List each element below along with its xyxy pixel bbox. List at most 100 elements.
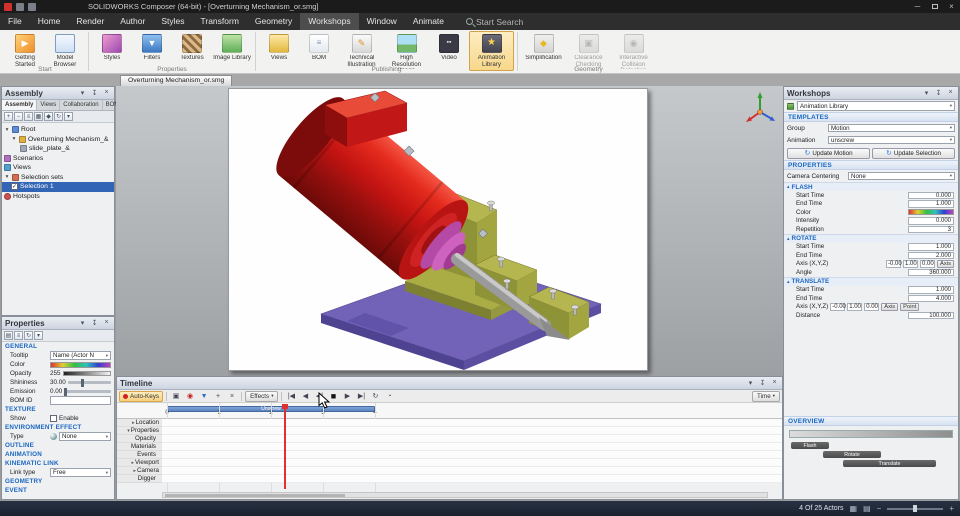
step-back-button[interactable]: ◀: [299, 391, 311, 402]
playhead[interactable]: [284, 404, 286, 489]
filters-button[interactable]: ▼ Filters: [132, 31, 172, 71]
track-properties[interactable]: ▾ Properties: [117, 427, 782, 435]
animation-library-button[interactable]: ★ Animation Library: [469, 31, 514, 71]
close-panel-icon[interactable]: ×: [102, 319, 111, 327]
quick-undo-icon[interactable]: [28, 2, 36, 11]
track-lane[interactable]: [162, 467, 782, 475]
views-button[interactable]: Views: [259, 31, 299, 71]
track-digger[interactable]: Digger: [117, 475, 782, 483]
scrollbar-thumb[interactable]: [165, 494, 345, 497]
translate-distance-input[interactable]: 100.000: [908, 311, 954, 319]
opacity-slider[interactable]: [62, 371, 111, 376]
menu-home[interactable]: Home: [30, 13, 69, 30]
tree-item-scenarios[interactable]: Scenarios: [2, 154, 114, 164]
rotate-end-input[interactable]: 2.000: [908, 251, 954, 259]
properties-options-icon[interactable]: ▾: [34, 331, 43, 340]
zoom-slider[interactable]: [887, 505, 944, 512]
track-materials[interactable]: Materials: [117, 443, 782, 451]
menu-window[interactable]: Window: [359, 13, 405, 30]
track-opacity[interactable]: Opacity: [117, 435, 782, 443]
bom-id-field[interactable]: [50, 396, 111, 405]
section-texture[interactable]: TEXTURE: [2, 405, 114, 414]
bom-button[interactable]: ≡ BOM: [299, 31, 339, 71]
rotate-axis-button[interactable]: Axis: [937, 259, 954, 268]
track-lane[interactable]: [162, 451, 782, 459]
expander-icon[interactable]: ▾: [4, 127, 10, 133]
maximize-button[interactable]: [926, 0, 943, 13]
styles-button[interactable]: Styles: [92, 31, 132, 71]
flash-end-input[interactable]: 1.000: [908, 200, 954, 208]
close-panel-icon[interactable]: ×: [946, 89, 955, 97]
translate-axis-z-input[interactable]: 0.00: [864, 303, 880, 311]
timeline-h-scrollbar[interactable]: [162, 492, 768, 498]
emission-slider[interactable]: [64, 387, 111, 396]
flash-start-input[interactable]: 0.000: [908, 191, 954, 199]
environment-type-dropdown[interactable]: None ▾: [59, 432, 111, 441]
paste-properties-icon[interactable]: ≡: [14, 331, 23, 340]
tree-options-icon[interactable]: ▾: [64, 112, 73, 121]
tree-refresh-icon[interactable]: ↻: [54, 112, 63, 121]
record-key-icon[interactable]: ◉: [184, 391, 196, 402]
delete-key-icon[interactable]: ×: [226, 391, 238, 402]
track-viewport[interactable]: ▸ Viewport: [117, 459, 782, 467]
track-events[interactable]: Events: [117, 451, 782, 459]
menu-render[interactable]: Render: [68, 13, 112, 30]
track-lane[interactable]: [162, 443, 782, 451]
tab-assembly[interactable]: Assembly: [2, 100, 38, 110]
menu-styles[interactable]: Styles: [153, 13, 192, 30]
quick-save-icon[interactable]: [16, 2, 24, 11]
section-general[interactable]: GENERAL: [2, 342, 114, 351]
rotate-axis-y-input[interactable]: 1.00: [903, 260, 919, 268]
menu-author[interactable]: Author: [112, 13, 153, 30]
workshop-selector-dropdown[interactable]: Animation Library ▾: [797, 101, 955, 111]
step-forward-button[interactable]: ▶|: [355, 391, 367, 402]
track-location[interactable]: ▸ Location: [117, 419, 782, 427]
grid-view-icon[interactable]: ▦: [850, 504, 858, 513]
menu-workshops[interactable]: Workshops: [300, 13, 359, 30]
video-button[interactable]: ▪▪ Video: [429, 31, 469, 71]
tree-item-selection-sets[interactable]: ▾ Selection sets: [2, 173, 114, 183]
rotate-section-header[interactable]: ▴ ROTATE: [784, 233, 958, 243]
track-lane[interactable]: [162, 435, 782, 443]
overview-translate-bar[interactable]: Translate: [843, 460, 936, 467]
expander-icon[interactable]: ▾: [11, 136, 17, 142]
rotate-axis-x-input[interactable]: -0.00: [886, 260, 902, 268]
filter-keys-icon[interactable]: ▼: [198, 391, 210, 402]
tree-item-mechanism[interactable]: ▾ Overturning Mechanism_&: [2, 135, 114, 145]
camera-centering-dropdown[interactable]: None ▾: [848, 171, 955, 181]
track-lane[interactable]: [162, 475, 782, 483]
start-search[interactable]: Start Search: [466, 13, 523, 30]
add-key-icon[interactable]: +: [212, 391, 224, 402]
flash-color-swatch[interactable]: [908, 209, 954, 216]
copy-properties-icon[interactable]: ▤: [4, 331, 13, 340]
pin-icon[interactable]: ↧: [758, 379, 767, 387]
zoom-slider-thumb[interactable]: [913, 505, 918, 512]
close-button[interactable]: ×: [943, 0, 960, 13]
panel-menu-icon[interactable]: ▾: [78, 89, 87, 97]
close-panel-icon[interactable]: ×: [102, 89, 111, 97]
link-type-dropdown[interactable]: Free ▾: [50, 468, 111, 477]
track-lane[interactable]: [162, 459, 782, 467]
animation-dropdown[interactable]: unscrew ▾: [828, 135, 955, 145]
track-lane[interactable]: [162, 427, 782, 435]
translate-section-header[interactable]: ▴ TRANSLATE: [784, 276, 958, 286]
update-selection-button[interactable]: ↻ Update Selection: [872, 147, 955, 159]
translate-end-input[interactable]: 4.000: [908, 294, 954, 302]
tree-item-slide-plate[interactable]: slide_plate_&: [2, 144, 114, 154]
tree-filter-icon[interactable]: ◆: [44, 112, 53, 121]
texture-enable-checkbox[interactable]: [50, 415, 57, 422]
pin-icon[interactable]: ↧: [90, 89, 99, 97]
section-event[interactable]: EVENT: [2, 486, 114, 495]
minimize-button[interactable]: ─: [909, 0, 926, 13]
translate-axis-button[interactable]: Axis: [881, 302, 899, 311]
track-camera[interactable]: ▸ Camera: [117, 467, 782, 475]
menu-animate[interactable]: Animate: [405, 13, 452, 30]
section-kinematic[interactable]: KINEMATIC LINK: [2, 459, 114, 468]
loop-button[interactable]: ↻: [369, 391, 381, 402]
model-overturning-mechanism[interactable]: [229, 89, 649, 372]
rotate-start-input[interactable]: 1.000: [908, 243, 954, 251]
color-swatch[interactable]: [50, 361, 111, 368]
image-library-button[interactable]: Image Library: [212, 31, 252, 71]
zoom-in-icon[interactable]: +: [949, 504, 954, 513]
timeline-ruler[interactable]: Unscrew 0 1 2 3 4: [117, 403, 782, 419]
